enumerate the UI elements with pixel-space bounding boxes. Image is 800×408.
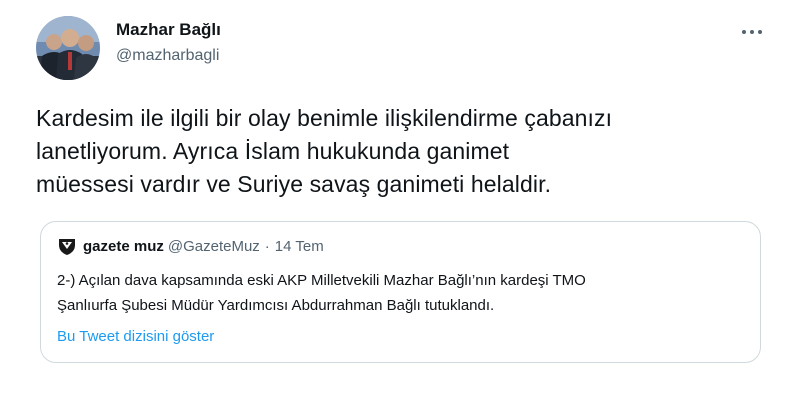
user-avatar-photo-icon [36,16,100,80]
quoted-tweet-text: 2-) Açılan dava kapsamında eski AKP Mill… [57,268,747,318]
quoted-text-line: 2-) Açılan dava kapsamında eski AKP Mill… [57,272,586,289]
shield-logo-icon [59,239,75,255]
author-handle[interactable]: @mazharbagli [116,46,221,66]
show-thread-link[interactable]: Bu Tweet dizisini göster [57,328,214,345]
separator-dot: · [264,237,270,255]
tweet-text: Kardesim ile ilgili bir olay benimle ili… [36,102,776,201]
quoted-text-line: Şanlıurfa Şubesi Müdür Yardımcısı Abdurr… [57,297,495,314]
quoted-tweet-header: gazete muz @GazeteMuz · 14 Tem [57,236,324,256]
quoted-tweet[interactable]: gazete muz @GazeteMuz · 14 Tem 2-) Açıla… [40,221,761,363]
author-display-name[interactable]: Mazhar Bağlı [116,20,221,40]
tweet-text-line: lanetliyorum. Ayrıca İslam hukukunda gan… [36,138,510,164]
author-info: Mazhar Bağlı @mazharbagli [116,20,221,66]
tweet-card: Mazhar Bağlı @mazharbagli Kardesim ile i… [0,0,800,408]
quoted-author-name[interactable]: gazete muz [83,238,164,255]
tweet-text-line: müessesi vardır ve Suriye savaş ganimeti… [36,171,552,197]
quoted-tweet-date[interactable]: 14 Tem [275,238,324,255]
more-options-icon [742,30,762,34]
quoted-author-handle[interactable]: @GazeteMuz [168,238,260,255]
more-options-button[interactable] [738,22,766,42]
author-avatar[interactable] [36,16,100,80]
tweet-text-line: Kardesim ile ilgili bir olay benimle ili… [36,105,613,131]
